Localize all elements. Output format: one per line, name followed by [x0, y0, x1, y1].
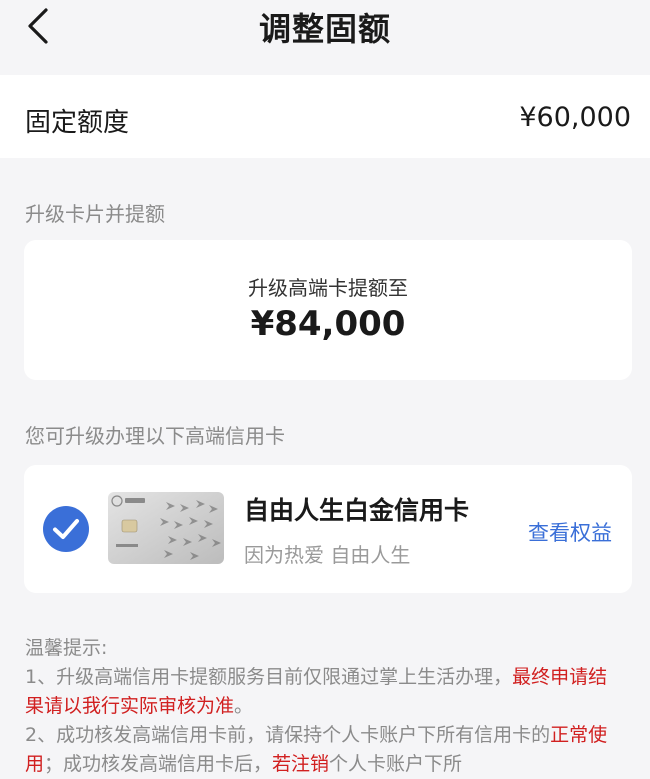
- tip-2-text-a: 2、成功核发高端信用卡前，请保持个人卡账户下所有信用卡的: [25, 724, 551, 746]
- fixed-limit-value: ¥60,000: [519, 102, 631, 133]
- view-benefits-link[interactable]: 查看权益: [528, 517, 612, 547]
- tip-2-warning-2: 若注销: [272, 753, 330, 775]
- card-slogan: 因为热爱 自由人生: [244, 543, 411, 567]
- tip-2-text-b: ；成功核发高端信用卡后，: [44, 753, 273, 775]
- card-image: [108, 492, 224, 564]
- tip-item-2: 2、成功核发高端信用卡前，请保持个人卡账户下所有信用卡的正常使用；成功核发高端信…: [25, 721, 625, 779]
- fixed-limit-label: 固定额度: [25, 108, 130, 138]
- tips-section: 温馨提示: 1、升级高端信用卡提额服务目前仅限通过掌上生活办理，最终申请结果请以…: [25, 634, 625, 779]
- card-name: 自由人生白金信用卡: [244, 496, 470, 525]
- upgrade-limit-card: 升级高端卡提额至 ¥84,000: [24, 240, 632, 380]
- tip-item-1: 1、升级高端信用卡提额服务目前仅限通过掌上生活办理，最终申请结果请以我行实际审核…: [25, 663, 625, 721]
- upgrade-limit-text: 升级高端卡提额至: [248, 276, 408, 300]
- header-bar: 调整固额: [0, 0, 650, 75]
- options-section-heading: 您可升级办理以下高端信用卡: [25, 424, 285, 448]
- tips-title: 温馨提示:: [25, 637, 108, 659]
- fixed-limit-row: 固定额度 ¥60,000: [0, 75, 650, 158]
- page-title: 调整固额: [258, 10, 391, 48]
- tip-2-text-c: 个人卡账户下所: [329, 753, 463, 775]
- tip-1-end: 。: [234, 695, 254, 717]
- tip-1-text: 1、升级高端信用卡提额服务目前仅限通过掌上生活办理，: [25, 666, 513, 688]
- upgrade-section-heading: 升级卡片并提额: [25, 202, 165, 226]
- checkmark-circle-icon[interactable]: [43, 506, 89, 552]
- credit-card-option[interactable]: 自由人生白金信用卡 因为热爱 自由人生 查看权益: [24, 465, 632, 593]
- upgrade-limit-amount: ¥84,000: [250, 304, 406, 344]
